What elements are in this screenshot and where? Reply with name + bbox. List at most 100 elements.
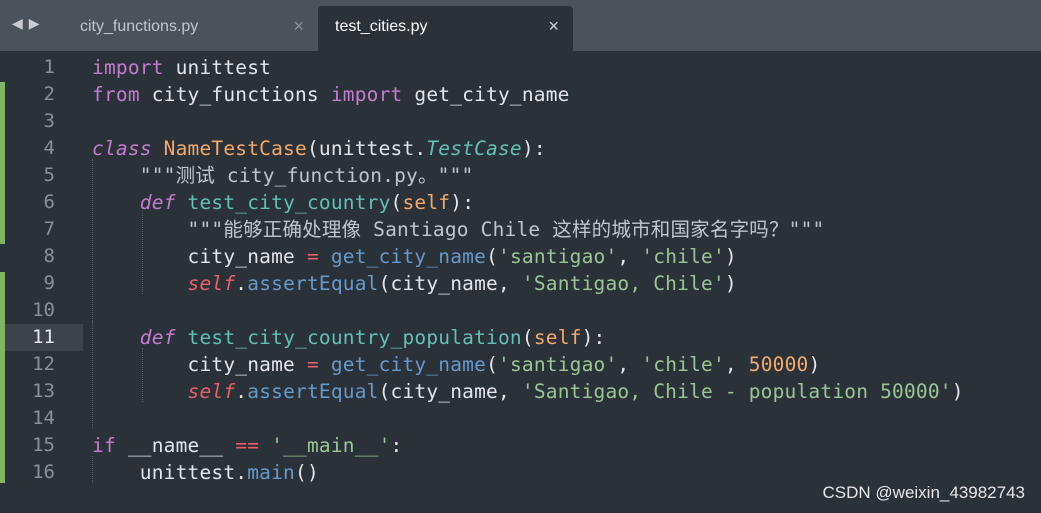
punctuation: , <box>617 245 642 268</box>
line-number: 12 <box>32 353 55 375</box>
line-number: 11 <box>32 326 55 348</box>
punctuation: , <box>617 353 642 376</box>
punctuation: ) <box>724 245 737 268</box>
docstring: """能够正确处理像 Santiago Chile 这样的城市和国家名字吗？""… <box>92 218 825 241</box>
code-line: 14 <box>0 405 1041 432</box>
code-text: class NameTestCase(unittest.TestCase): <box>92 135 546 162</box>
next-tab-icon[interactable]: ▶ <box>29 16 40 32</box>
method-call: main <box>247 461 295 484</box>
punctuation: ) <box>724 272 737 295</box>
keyword: def <box>92 191 176 214</box>
tab-bar: ◀ ▶ city_functions.py × test_cities.py × <box>0 0 1041 51</box>
code-line: 15 if __name__ == '__main__': <box>0 432 1041 459</box>
close-tab-icon[interactable]: × <box>548 16 559 37</box>
function-name: test_city_country_population <box>187 326 522 349</box>
line-number: 16 <box>32 461 55 483</box>
code-text: city_name = get_city_name('santigao', 'c… <box>92 351 821 378</box>
punctuation: ) <box>951 380 964 403</box>
parameter: self <box>533 326 582 349</box>
line-number: 3 <box>43 110 55 132</box>
number: 50000 <box>748 353 809 376</box>
code-text: def test_city_country(self): <box>92 189 474 216</box>
arguments: (city_name, <box>378 272 522 295</box>
code-text: def test_city_country_population(self): <box>92 324 606 351</box>
punctuation: : <box>390 434 403 457</box>
code-line: 5 """测试 city_function.py。""" <box>0 162 1041 189</box>
code-text: from city_functions import get_city_name <box>92 81 570 108</box>
base-class: TestCase <box>426 137 522 160</box>
code-line: 12 city_name = get_city_name('santigao',… <box>0 351 1041 378</box>
string: 'Santigao, Chile' <box>521 272 725 295</box>
tab-city-functions[interactable]: city_functions.py × <box>63 6 318 51</box>
arguments: (city_name, <box>378 380 522 403</box>
method-call: assertEqual <box>247 272 379 295</box>
code-editor[interactable]: 1 import unittest 2 from city_functions … <box>0 51 1041 513</box>
punctuation: ( <box>486 245 499 268</box>
keyword: import <box>92 56 164 79</box>
function-call: get_city_name <box>318 353 487 376</box>
keyword: class <box>92 137 152 160</box>
code-text: self.assertEqual(city_name, 'Santigao, C… <box>92 270 737 297</box>
keyword: if <box>92 434 116 457</box>
punctuation: ): <box>521 137 546 160</box>
self-keyword: self <box>187 380 236 403</box>
code-line: 1 import unittest <box>0 54 1041 81</box>
line-number: 10 <box>32 299 55 321</box>
tab-label: city_functions.py <box>80 18 199 35</box>
tab-navigation: ◀ ▶ <box>12 16 40 32</box>
module-name: city_functions <box>139 83 331 106</box>
line-number: 9 <box>43 272 55 294</box>
code-line: 9 self.assertEqual(city_name, 'Santigao,… <box>0 270 1041 297</box>
operator: = <box>306 245 319 268</box>
docstring: """测试 city_function.py。""" <box>92 164 474 187</box>
string: 'Santigao, Chile - population 50000' <box>521 380 952 403</box>
punctuation: ) <box>808 353 821 376</box>
code-line: 7 """能够正确处理像 Santiago Chile 这样的城市和国家名字吗？… <box>0 216 1041 243</box>
punctuation: ( <box>390 191 403 214</box>
self-keyword: self <box>187 272 236 295</box>
punctuation: ( <box>486 353 499 376</box>
keyword: import <box>330 83 403 106</box>
function-call: get_city_name <box>318 245 487 268</box>
keyword: from <box>92 83 140 106</box>
punctuation: . <box>235 380 248 403</box>
line-number: 4 <box>43 137 55 159</box>
tab-test-cities[interactable]: test_cities.py × <box>318 6 573 51</box>
code-line: 2 from city_functions import get_city_na… <box>0 81 1041 108</box>
punctuation: . <box>235 272 248 295</box>
imported-name: get_city_name <box>402 83 570 106</box>
punctuation: ): <box>450 191 475 214</box>
line-number: 5 <box>43 164 55 186</box>
previous-tab-icon[interactable]: ◀ <box>12 16 23 32</box>
class-name: NameTestCase <box>163 137 307 160</box>
method-call: assertEqual <box>247 380 379 403</box>
keyword: def <box>92 326 176 349</box>
line-number: 14 <box>32 407 55 429</box>
line-number: 6 <box>43 191 55 213</box>
code-line-current: 11 def test_city_country_population(self… <box>0 324 1041 351</box>
code-line: 13 self.assertEqual(city_name, 'Santigao… <box>0 378 1041 405</box>
code-line: 16 unittest.main() <box>0 459 1041 486</box>
line-number: 1 <box>43 56 55 78</box>
parameter: self <box>402 191 451 214</box>
line-number: 2 <box>43 83 55 105</box>
operator: = <box>306 353 319 376</box>
watermark: CSDN @weixin_43982743 <box>822 483 1025 502</box>
string: 'chile' <box>641 353 725 376</box>
function-name: test_city_country <box>187 191 391 214</box>
line-number: 7 <box>43 218 55 240</box>
code-text: import unittest <box>92 54 271 81</box>
punctuation: ( <box>521 326 534 349</box>
string: 'chile' <box>641 245 725 268</box>
variable: __name__ <box>115 434 236 457</box>
variable: city_name <box>187 353 307 376</box>
code-text: unittest.main() <box>92 459 319 486</box>
string: 'santigao' <box>498 353 618 376</box>
punctuation: (unittest. <box>306 137 427 160</box>
close-tab-icon[interactable]: × <box>293 16 304 37</box>
code-text: city_name = get_city_name('santigao', 'c… <box>92 243 737 270</box>
